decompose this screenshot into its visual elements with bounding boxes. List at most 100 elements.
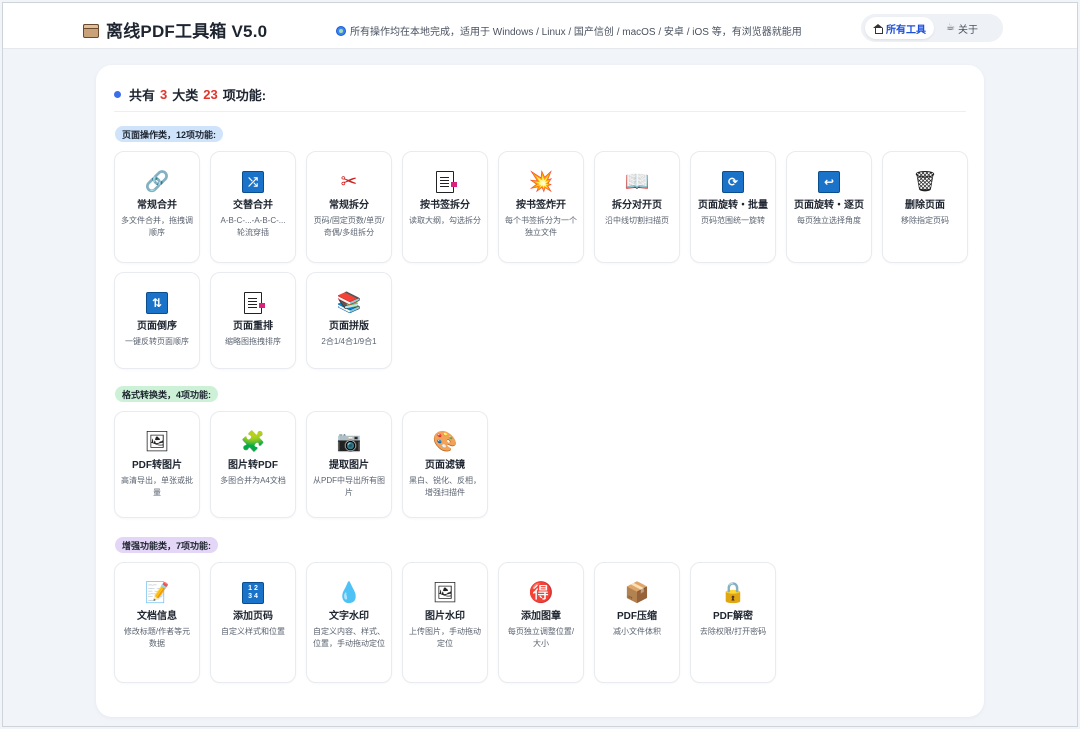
bookmark-doc-icon (240, 290, 266, 316)
globe-icon (336, 25, 346, 36)
trash-icon: 🗑 (912, 171, 938, 193)
tool-title: 拆分对开页 (612, 200, 662, 211)
nav-all-tools-button[interactable]: 所有工具 (865, 17, 934, 39)
tool-card-merge[interactable]: 🔗 常规合并 多文件合并，拖拽调顺序 (114, 151, 200, 263)
package-icon (82, 21, 100, 39)
reverse-icon: ⇅ (144, 290, 170, 316)
tool-desc: 页码范围统一旋转 (701, 216, 765, 225)
tool-desc: 读取大纲，勾选拆分 (409, 216, 481, 225)
tool-title: 页面倒序 (137, 321, 177, 332)
rotate-icon: ⟳ (720, 169, 746, 195)
app-logo: 离线PDF工具箱 V5.0 (82, 17, 267, 42)
tool-card-split-spread[interactable]: 📖 拆分对开页 沿中线切割扫描页 (594, 151, 680, 263)
tool-desc: 自定义内容、样式、位置，手动拖动定位 (313, 627, 385, 648)
tool-desc: 一键反转页面顺序 (125, 337, 189, 346)
scissors-icon: ✂ (340, 171, 358, 193)
open-book-icon: 📖 (624, 171, 650, 193)
tool-card-text-watermark[interactable]: 💧 文字水印 自定义内容、样式、位置，手动拖动定位 (306, 562, 392, 683)
tool-card-extract-images[interactable]: 📷 提取图片 从PDF中导出所有图片 (306, 411, 392, 518)
tool-title: PDF压缩 (617, 611, 657, 622)
tool-title: PDF解密 (713, 611, 753, 622)
category-label-conversion: 格式转换类，4项功能: (115, 386, 219, 402)
app-title: 离线PDF工具箱 V5.0 (106, 22, 268, 41)
category-label-enhance: 增强功能类，7项功能: (115, 537, 219, 553)
tool-desc: 多文件合并，拖拽调顺序 (121, 216, 193, 237)
tool-desc: 上传图片，手动拖动定位 (409, 627, 481, 648)
tool-title: 图片转PDF (228, 460, 278, 471)
tool-title: 页面旋转・逐页 (794, 200, 864, 211)
tool-card-split-by-bookmark[interactable]: 按书签拆分 读取大纲，勾选拆分 (402, 151, 488, 263)
tool-card-reverse-pages[interactable]: ⇅ 页面倒序 一键反转页面顺序 (114, 272, 200, 369)
tool-title: 页面拼版 (329, 321, 369, 332)
explosion-icon: 💥 (528, 171, 554, 193)
tool-card-alternate-merge[interactable]: ⤮ 交替合并 A-B-C-...-A-B-C-... 轮流穿插 (210, 151, 296, 263)
summary-middle: 大类 (172, 88, 199, 103)
bookmark-doc-icon (432, 169, 458, 195)
tool-card-rotate-batch[interactable]: ⟳ 页面旋转・批量 页码范围统一旋转 (690, 151, 776, 263)
summary-heading: 共有 3 大类 23 项功能: (114, 85, 266, 104)
bullet-dot (114, 91, 121, 98)
tool-desc: 每个书签拆分为一个独立文件 (505, 216, 577, 237)
summary-prefix: 共有 (129, 88, 156, 103)
tool-desc: 自定义样式和位置 (221, 627, 285, 636)
tool-card-compress[interactable]: 📦 PDF压缩 减小文件体积 (594, 562, 680, 683)
framed-picture-icon: 🖼 (144, 431, 170, 453)
summary-suffix: 项功能: (222, 88, 267, 103)
tool-desc: 黑白、锐化、反相，增强扫描件 (409, 476, 481, 497)
shuffle-icon: ⤮ (240, 169, 266, 195)
divider (114, 111, 966, 112)
tool-title: 添加图章 (521, 611, 561, 622)
camera-icon: 📷 (336, 431, 362, 453)
functions-count: 23 (203, 87, 218, 102)
top-header: 离线PDF工具箱 V5.0 所有操作均在本地完成，适用于 Windows / L… (3, 3, 1077, 49)
tool-card-image-watermark[interactable]: 🖼 图片水印 上传图片，手动拖动定位 (402, 562, 488, 683)
tool-card-doc-info[interactable]: 📝 文档信息 修改标题/作者等元数据 (114, 562, 200, 683)
nav-all-tools-label: 所有工具 (886, 24, 926, 36)
tool-title: 文字水印 (329, 611, 369, 622)
tool-desc: 每页独立选择角度 (797, 216, 861, 225)
tool-card-page-numbers[interactable]: 1 23 4 添加页码 自定义样式和位置 (210, 562, 296, 683)
numbers-icon: 1 23 4 (240, 580, 266, 606)
tool-desc: 页码/固定页数/单页/奇偶/多组拆分 (313, 216, 385, 237)
tool-card-decrypt[interactable]: 🔒 PDF解密 去除权限/打开密码 (690, 562, 776, 683)
app-window: 离线PDF工具箱 V5.0 所有操作均在本地完成，适用于 Windows / L… (2, 2, 1078, 727)
tool-desc: 多图合并为A4文档 (220, 476, 286, 485)
tool-desc: 缩略图拖拽排序 (225, 337, 281, 346)
categories-count: 3 (160, 87, 168, 102)
tool-card-explode-by-bookmark[interactable]: 💥 按书签炸开 每个书签拆分为一个独立文件 (498, 151, 584, 263)
stamp-icon: 🉐 (528, 582, 554, 604)
books-icon: 📚 (336, 292, 362, 314)
tool-card-n-up[interactable]: 📚 页面拼版 2合1/4合1/9合1 (306, 272, 392, 369)
paperclip-icon: 🔗 (144, 171, 170, 193)
tool-desc: 2合1/4合1/9合1 (321, 337, 377, 346)
tool-card-page-filter[interactable]: 🎨 页面滤镜 黑白、锐化、反相，增强扫描件 (402, 411, 488, 518)
nav-about-button[interactable]: ☕ 关于 (938, 17, 986, 39)
nav-about-label: 关于 (957, 24, 978, 36)
tool-title: 页面旋转・批量 (698, 200, 768, 211)
tool-title: 按书签拆分 (420, 200, 470, 211)
platform-notice: 所有操作均在本地完成，适用于 Windows / Linux / 国产信创 / … (336, 23, 802, 38)
tool-title: 常规拆分 (329, 200, 369, 211)
tool-desc: 从PDF中导出所有图片 (313, 476, 385, 497)
puzzle-icon: 🧩 (240, 431, 266, 453)
tool-title: 删除页面 (905, 200, 945, 211)
tool-card-pdf-to-image[interactable]: 🖼 PDF转图片 高清导出，单张或批量 (114, 411, 200, 518)
notice-text: 所有操作均在本地完成，适用于 Windows / Linux / 国产信创 / … (350, 27, 802, 38)
tool-card-add-stamp[interactable]: 🉐 添加图章 每页独立调整位置/大小 (498, 562, 584, 683)
tool-title: 添加页码 (233, 611, 273, 622)
tool-card-reorder-pages[interactable]: 页面重排 缩略图拖拽排序 (210, 272, 296, 369)
tool-title: 按书签炸开 (516, 200, 566, 211)
tool-card-image-to-pdf[interactable]: 🧩 图片转PDF 多图合并为A4文档 (210, 411, 296, 518)
tool-title: 交替合并 (233, 200, 273, 211)
tool-card-rotate-per-page[interactable]: ↩ 页面旋转・逐页 每页独立选择角度 (786, 151, 872, 263)
tool-desc: A-B-C-...-A-B-C-... 轮流穿插 (220, 216, 286, 237)
category-label-page-ops: 页面操作类，12项功能: (115, 126, 224, 142)
tool-card-delete-pages[interactable]: 🗑 删除页面 移除指定页码 (882, 151, 968, 263)
palette-icon: 🎨 (432, 431, 458, 453)
tool-desc: 移除指定页码 (901, 216, 949, 225)
tool-desc: 沿中线切割扫描页 (605, 216, 669, 225)
tools-card: 共有 3 大类 23 项功能: 页面操作类，12项功能: 🔗 常规合并 多文件合… (96, 65, 984, 717)
tool-card-split[interactable]: ✂ 常规拆分 页码/固定页数/单页/奇偶/多组拆分 (306, 151, 392, 263)
tool-title: 页面滤镜 (425, 460, 465, 471)
package-icon: 📦 (624, 582, 650, 604)
